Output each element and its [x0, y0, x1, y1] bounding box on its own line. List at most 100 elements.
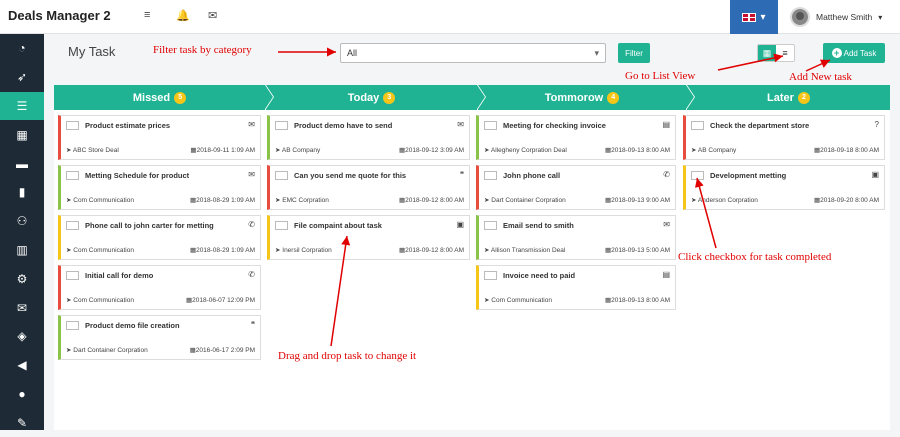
task-date: ▦2018-09-20 8:00 AM [814, 196, 879, 204]
rocket-icon[interactable]: ➶ [0, 63, 44, 92]
dashboard-icon[interactable]: ◔ [0, 34, 44, 63]
task-card[interactable]: File compaint about task ▣ ➤ Inersil Corpr… [267, 215, 470, 260]
task-card[interactable]: Meeting for checking invoice ▤ ➤ Allegheny… [476, 115, 676, 160]
user-name: Matthew Smith [816, 12, 873, 22]
task-complete-checkbox[interactable] [484, 271, 497, 280]
building-icon[interactable]: ▮ [0, 178, 44, 207]
task-complete-checkbox[interactable] [691, 171, 704, 180]
task-complete-checkbox[interactable] [691, 121, 704, 130]
task-card[interactable]: Invoice need to paid ▤ ➤ Com Communication… [476, 265, 676, 310]
grid-view-icon[interactable]: ▦ [758, 45, 776, 61]
add-task-button[interactable]: + Add Task [823, 43, 885, 63]
task-company: ➤ Allegheny Corpration Deal [484, 146, 567, 154]
task-card[interactable]: Product demo file creation ❝ ➤ Dart Contai… [58, 315, 261, 360]
task-complete-checkbox[interactable] [275, 171, 288, 180]
task-title: Product demo have to send [294, 121, 393, 130]
user-menu[interactable]: Matthew Smith ▾ [790, 7, 882, 27]
column-header-tommorow: Tommorow 4 [478, 85, 694, 110]
task-complete-checkbox[interactable] [66, 221, 79, 230]
task-company: ➤ Com Communication [66, 296, 134, 304]
task-date-value: 2018-09-18 8:00 AM [820, 147, 879, 154]
task-card[interactable]: Email send to smith ✉ ➤ Allison Transmissi… [476, 215, 676, 260]
location-arrow-icon: ➤ [691, 147, 697, 154]
task-complete-checkbox[interactable] [66, 321, 79, 330]
cart-icon[interactable]: ▬ [0, 149, 44, 178]
column-label: Missed [132, 91, 171, 104]
invoice-icon: ▤ [662, 270, 670, 279]
bell-icon[interactable]: 🔔 [176, 9, 190, 22]
plus-circle-icon: + [831, 48, 842, 58]
task-complete-checkbox[interactable] [66, 271, 79, 280]
list-view-icon[interactable]: ≡ [776, 45, 794, 61]
task-card[interactable]: Phone call to john carter for metting ✆ ➤ … [58, 215, 261, 260]
task-company-name: Anderson Corpration [697, 197, 758, 204]
annotation-add-task: Add New task [789, 71, 852, 83]
task-date-value: 2018-09-11 1:09 AM [196, 147, 255, 154]
location-arrow-icon: ➤ [275, 247, 281, 254]
phone-icon: ✆ [248, 220, 255, 229]
menu-icon[interactable]: ≡ [144, 9, 150, 21]
quote-icon: ❝ [459, 170, 464, 179]
column-count-badge: 2 [797, 91, 810, 104]
task-card[interactable]: Product estimate prices ✉ ➤ ABC Store Deal… [58, 115, 261, 160]
category-select-value: All [347, 48, 358, 58]
language-button[interactable]: ▾ [730, 0, 778, 34]
task-complete-checkbox[interactable] [275, 221, 288, 230]
task-complete-checkbox[interactable] [66, 121, 79, 130]
filter-button[interactable]: Filter [618, 43, 650, 63]
task-card[interactable]: Initial call for demo ✆ ➤ Com Communicatio… [58, 265, 261, 310]
annotation-drag: Drag and drop task to change it [278, 350, 417, 362]
page-title: My Task [68, 44, 116, 59]
task-date: ▦2018-09-12 8:00 AM [399, 196, 464, 204]
invoice-icon: ▤ [662, 120, 670, 129]
task-date: ▦2018-09-13 9:00 AM [605, 196, 670, 204]
task-card[interactable]: Can you send me quote for this ❝ ➤ EMC Cor… [267, 165, 470, 210]
location-arrow-icon: ➤ [275, 197, 281, 204]
task-company: ➤ Inersil Corpration [275, 246, 332, 254]
location-arrow-icon: ➤ [275, 147, 281, 154]
task-complete-checkbox[interactable] [66, 171, 79, 180]
task-title: Phone call to john carter for metting [85, 221, 214, 230]
task-date-value: 2018-09-12 8:00 AM [405, 247, 464, 254]
bullhorn-icon[interactable]: ◀ [0, 351, 44, 380]
task-date: ▦2018-09-12 8:00 AM [399, 246, 464, 254]
gear-icon[interactable]: ⚙ [0, 264, 44, 293]
phone-icon: ✆ [248, 270, 255, 279]
mail-icon[interactable]: ✉ [0, 293, 44, 322]
task-card[interactable]: Product demo have to send ✉ ➤ AB Company ▦2… [267, 115, 470, 160]
task-company: ➤ Anderson Corpration [691, 196, 758, 204]
tag-icon[interactable]: ◈ [0, 322, 44, 351]
task-date-value: 2018-09-12 8:00 AM [405, 197, 464, 204]
location-arrow-icon: ➤ [66, 147, 72, 154]
task-card[interactable]: Check the department store? ➤ AB Company ▦… [683, 115, 885, 160]
task-title: Email send to smith [503, 221, 574, 230]
task-complete-checkbox[interactable] [275, 121, 288, 130]
task-date: ▦2018-09-13 5:00 AM [605, 246, 670, 254]
task-card[interactable]: John phone call ✆ ➤ Dart Container Corprat… [476, 165, 676, 210]
chart-icon[interactable]: ▥ [0, 236, 44, 265]
task-card[interactable]: Development metting ▣ ➤ Anderson Corpratio… [683, 165, 885, 210]
task-card[interactable]: Metting Schedule for product ✉ ➤ Com Commu… [58, 165, 261, 210]
task-complete-checkbox[interactable] [484, 171, 497, 180]
envelope-icon[interactable]: ✉ [208, 9, 217, 22]
task-title: Check the department store [710, 121, 810, 130]
envelope-icon: ✉ [663, 220, 670, 229]
user-icon[interactable]: ● [0, 380, 44, 409]
task-date: ▦2018-09-12 3:09 AM [399, 146, 464, 154]
task-complete-checkbox[interactable] [484, 121, 497, 130]
tasks-icon[interactable]: ☰ [0, 91, 44, 121]
task-company: ➤ Com Communication [66, 246, 134, 254]
chevron-down-icon: ▾ [760, 11, 766, 23]
users-icon[interactable]: ⚇ [0, 207, 44, 236]
task-company: ➤ Allison Transmission Deal [484, 246, 565, 254]
calendar-icon[interactable]: ▦ [0, 120, 44, 149]
task-title: Initial call for demo [85, 271, 154, 280]
category-select[interactable]: All ▾ [340, 43, 606, 63]
task-complete-checkbox[interactable] [484, 221, 497, 230]
wrench-icon[interactable]: ✎ [0, 408, 44, 437]
task-company-name: Com Communication [73, 247, 134, 254]
task-company-name: AB Company [697, 147, 737, 154]
task-title: Metting Schedule for product [85, 171, 190, 180]
task-company: ➤ Com Communication [66, 196, 134, 204]
location-arrow-icon: ➤ [66, 297, 72, 304]
